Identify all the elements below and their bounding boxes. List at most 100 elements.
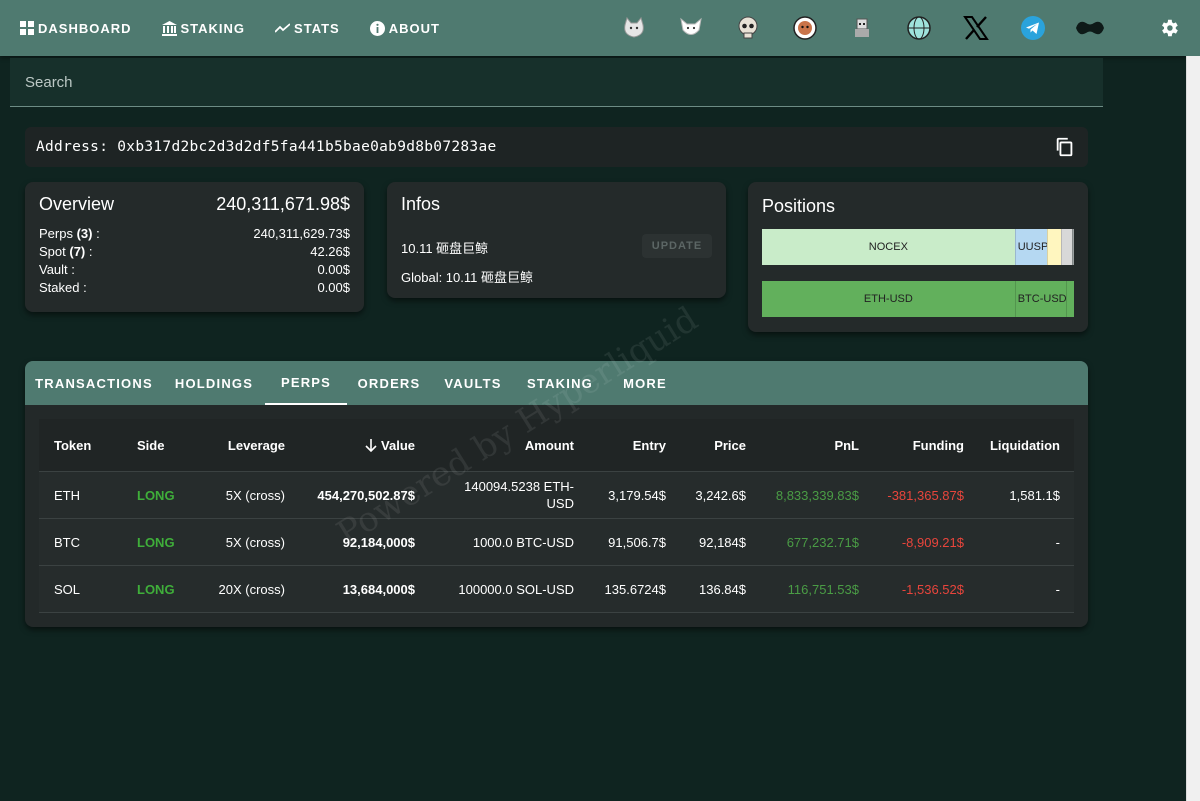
x-icon[interactable] [958,10,994,46]
nav-stats[interactable]: STATS [275,21,340,36]
cell-price: 3,242.6$ [695,487,746,503]
header-pnl[interactable]: PnL [769,419,859,471]
cell-price: 92,184$ [699,534,746,550]
row-label: Vault : [39,262,75,277]
header-amount[interactable]: Amount [474,419,574,471]
nav-stats-label: STATS [294,20,340,36]
positions-title: Positions [762,196,836,216]
header-value-sort[interactable]: Value [319,419,415,471]
row-count: (3) [76,226,93,241]
cell-token[interactable]: ETH [54,472,80,518]
cell-funding: -1,536.52$ [901,581,964,597]
overview-row-spot: Spot (7) : 42.26$ [39,243,350,261]
position-segment[interactable] [1046,229,1061,265]
cell-entry: 3,179.54$ [608,487,666,503]
update-button[interactable]: UPDATE [642,234,712,258]
position-segment[interactable] [1060,229,1073,265]
nav-about[interactable]: ABOUT [369,20,440,36]
tab-orders[interactable]: ORDERS [347,361,431,405]
nav-dashboard-label: DASHBOARD [38,20,132,36]
gear-icon[interactable] [1155,14,1183,42]
header-side[interactable]: Side [137,419,164,471]
cell-funding: -8,909.21$ [901,534,964,550]
tab-transactions[interactable]: TRANSACTIONS [25,361,163,405]
cell-liquidation: 1,581.1$ [1009,487,1060,503]
top-nav: DASHBOARD STAKING STATS ABOUT [0,0,1200,56]
row-label: Staked : [39,280,87,295]
arrow-down-icon [365,438,377,452]
position-segment[interactable] [1066,281,1074,317]
cell-entry: 135.6724$ [604,581,666,597]
header-value: Value [381,437,415,453]
cell-leverage: 5X (cross) [225,534,285,550]
nav-staking-label: STAKING [180,20,246,36]
overview-row-perps: Perps (3) : 240,311,629.73$ [39,225,350,243]
position-segment[interactable] [1072,229,1074,265]
header-leverage[interactable]: Leverage [189,419,285,471]
nav-staking[interactable]: STAKING [161,20,246,36]
overview-row-staked: Staked : 0.00$ [39,279,350,297]
address-bar: Address: 0xb317d2bc2d3d2df5fa441b5bae0ab… [25,127,1088,167]
position-segment[interactable]: BTC-USD [1014,281,1067,317]
cat-icon[interactable] [616,10,652,46]
header-liquidation[interactable]: Liquidation [974,419,1060,471]
overview-title: Overview [39,194,115,214]
tab-perps[interactable]: PERPS [265,361,347,405]
cell-token[interactable]: BTC [54,519,80,565]
cell-entry: 91,506.7$ [608,534,666,550]
character-icon[interactable] [844,10,880,46]
wallet-address: Address: 0xb317d2bc2d3d2df5fa441b5bae0ab… [36,139,497,155]
row-label: Spot [39,244,66,259]
nav-dashboard[interactable]: DASHBOARD [20,21,132,36]
cell-pnl: 8,833,339.83$ [775,487,859,503]
overview-card: Overview 240,311,671.98$ Perps (3) : 240… [25,182,364,312]
cell-side: LONG [137,487,175,503]
cell-value: 92,184,000$ [342,534,415,550]
fox-icon[interactable] [673,10,709,46]
header-token[interactable]: Token [54,419,91,471]
table-header: Token Side Leverage Value Amount Entry P… [39,419,1074,472]
tab-vaults[interactable]: VAULTS [431,361,515,405]
row-value: 0.00$ [317,280,350,295]
face-icon[interactable] [787,10,823,46]
infos-title: Infos [401,194,441,214]
infos-global-label: Global: 10.11 砸盘巨鲸 [401,270,533,285]
position-segment[interactable]: UUSP [1014,229,1047,265]
table-row: SOL LONG 20X (cross) 13,684,000$ 100000.… [39,566,1074,613]
cell-pnl: 116,751.53$ [787,581,859,597]
telegram-icon[interactable] [1015,10,1051,46]
table-row: ETH LONG 5X (cross) 454,270,502.87$ 1400… [39,472,1074,519]
row-count: (7) [69,244,86,259]
grid-icon [20,21,34,35]
position-segment[interactable]: NOCEX [762,229,1015,265]
cell-value: 13,684,000$ [342,581,415,597]
tabs-panel: TRANSACTIONS HOLDINGS PERPS ORDERS VAULT… [25,361,1088,627]
bow-icon[interactable] [1072,10,1108,46]
infos-card: Infos 10.11 砸盘巨鲸 Global: 10.11 砸盘巨鲸 UPDA… [387,182,726,298]
position-segment[interactable]: ETH-USD [762,281,1015,317]
globe-icon[interactable] [901,10,937,46]
cell-liquidation: - [1055,534,1060,550]
search-input[interactable] [10,58,1103,106]
cell-token[interactable]: SOL [54,566,80,612]
copy-icon[interactable] [1054,136,1076,158]
cell-value: 454,270,502.87$ [317,487,415,503]
header-funding[interactable]: Funding [864,419,964,471]
bank-icon [161,20,177,36]
overview-row-vault: Vault : 0.00$ [39,261,350,279]
header-price[interactable]: Price [679,419,746,471]
social-icons [616,10,1129,46]
tab-holdings[interactable]: HOLDINGS [163,361,265,405]
cell-amount: 140094.5238 ETH-USD [464,479,574,511]
cell-liquidation: - [1055,581,1060,597]
cell-side: LONG [137,534,175,550]
tab-staking[interactable]: STAKING [515,361,605,405]
header-entry[interactable]: Entry [599,419,666,471]
table-row: BTC LONG 5X (cross) 92,184,000$ 1000.0 B… [39,519,1074,566]
cell-amount: 1000.0 BTC-USD [472,534,574,550]
skull-icon[interactable] [730,10,766,46]
row-suffix: : [85,244,93,259]
cell-leverage: 20X (cross) [218,581,285,597]
scrollbar[interactable] [1186,56,1200,801]
tab-more[interactable]: MORE [605,361,685,405]
